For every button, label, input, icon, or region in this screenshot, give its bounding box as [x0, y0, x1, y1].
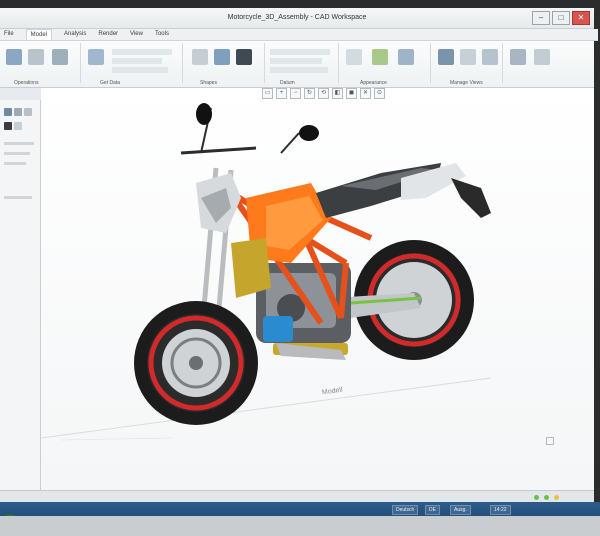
title-bar: Motorcycle_3D_Assembly - CAD Workspace –… [0, 8, 594, 29]
ribbon-tabs: File Model Analysis Render View Tools [0, 29, 598, 41]
paste-icon[interactable] [52, 49, 68, 65]
shrinkwrap-item[interactable] [112, 58, 162, 64]
motorcycle-model [40, 103, 492, 441]
ribbon-group-shapes [184, 43, 265, 83]
status-indicator-icon [544, 495, 549, 500]
regenerate-icon[interactable] [6, 49, 22, 65]
ground-line [40, 377, 492, 439]
display-style-icon[interactable]: ◼ [346, 88, 357, 99]
monitor-bezel-right [594, 0, 600, 536]
repaint-icon[interactable]: ↻ [304, 88, 315, 99]
datum-icon[interactable]: ✕ [360, 88, 371, 99]
ribbon-group-labels: Operations Get Data Shapes Datum Appeara… [0, 80, 594, 88]
window-controls: – □ ✕ [532, 11, 590, 25]
handlebar [180, 146, 257, 155]
tray-output[interactable]: Ausg. [450, 505, 471, 515]
status-indicator-icon [554, 495, 559, 500]
maximize-button[interactable]: □ [552, 11, 570, 25]
spin-icon[interactable]: ⊙ [374, 88, 385, 99]
merge-item[interactable] [112, 67, 168, 73]
license-plate-holder [451, 178, 491, 218]
monitor-screen: Motorcycle_3D_Assembly - CAD Workspace –… [0, 0, 600, 536]
wand-icon[interactable] [534, 49, 550, 65]
mirror-stem-right [280, 132, 300, 154]
sweep-icon[interactable] [236, 49, 252, 65]
ribbon-group-get-data [82, 43, 183, 83]
close-button[interactable]: ✕ [572, 11, 590, 25]
minimize-button[interactable]: – [532, 11, 550, 25]
saved-views-icon[interactable]: ◧ [332, 88, 343, 99]
filter-icon[interactable] [14, 122, 22, 130]
group-label: Manage Views [450, 80, 483, 86]
tab-view[interactable]: View [130, 29, 143, 40]
front-wheel [134, 301, 258, 425]
status-indicator-icon [534, 495, 539, 500]
render-icon[interactable] [398, 49, 414, 65]
group-label: Appearance [360, 80, 387, 86]
tray-keyboard[interactable]: DE [425, 505, 440, 515]
group-label: Datum [280, 80, 295, 86]
mirror-left [196, 103, 212, 125]
window-title: Motorcycle_3D_Assembly - CAD Workspace [227, 14, 367, 21]
fit-icon[interactable]: ▭ [262, 88, 273, 99]
scene-icon[interactable] [372, 49, 388, 65]
orient-icon[interactable] [460, 49, 476, 65]
tree-item[interactable] [4, 142, 34, 145]
group-label: Operations [14, 80, 39, 86]
group-label: Shapes [200, 80, 217, 86]
tab-analysis[interactable]: Analysis [64, 29, 86, 40]
user-defined-feature-icon[interactable] [88, 49, 104, 65]
zoom-in-icon[interactable]: + [276, 88, 287, 99]
plane-item[interactable] [270, 49, 330, 55]
tab-render[interactable]: Render [98, 29, 118, 40]
mirror-right [299, 125, 319, 141]
ribbon-group-views [432, 43, 503, 83]
settings-icon[interactable] [4, 122, 12, 130]
axis-item[interactable] [270, 58, 322, 64]
ribbon-group-appearance [340, 43, 431, 83]
monitor-bottom-bezel [0, 516, 600, 536]
folder-icon[interactable] [14, 108, 22, 116]
named-views-icon[interactable] [438, 49, 454, 65]
tab-tools[interactable]: Tools [155, 29, 169, 40]
ribbon-group-datum [266, 43, 339, 83]
tree-item[interactable] [4, 152, 30, 155]
group-label: Get Data [100, 80, 121, 86]
zoom-out-icon[interactable]: − [290, 88, 301, 99]
layers-icon[interactable] [482, 49, 498, 65]
tray-clock[interactable]: 14:22 [490, 505, 511, 515]
3d-viewport[interactable] [40, 88, 594, 490]
revolve-icon[interactable] [214, 49, 230, 65]
ground-line [60, 437, 172, 441]
model-tree-icon[interactable] [4, 108, 12, 116]
point-item[interactable] [270, 67, 328, 73]
ribbon-group-manage [504, 43, 592, 83]
monitor-bezel [0, 0, 600, 8]
orient-icon[interactable]: ⟲ [318, 88, 329, 99]
measure-icon[interactable] [510, 49, 526, 65]
viewport-corner-marker [546, 437, 554, 445]
tab-model[interactable]: Model [25, 29, 53, 40]
tray-language[interactable]: Deutsch [392, 505, 419, 515]
radiator-shroud [231, 238, 271, 298]
tab-file[interactable]: File [4, 29, 14, 40]
view-toolbar: ▭ + − ↻ ⟲ ◧ ◼ ✕ ⊙ [262, 88, 385, 100]
copy-geometry-item[interactable] [112, 49, 172, 55]
tree-item[interactable] [4, 196, 32, 199]
model-tree-panel [0, 100, 41, 490]
extrude-icon[interactable] [192, 49, 208, 65]
appearance-icon[interactable] [346, 49, 362, 65]
copy-icon[interactable] [28, 49, 44, 65]
ribbon-group-operations [0, 43, 81, 83]
tree-item[interactable] [4, 162, 26, 165]
favorites-icon[interactable] [24, 108, 32, 116]
